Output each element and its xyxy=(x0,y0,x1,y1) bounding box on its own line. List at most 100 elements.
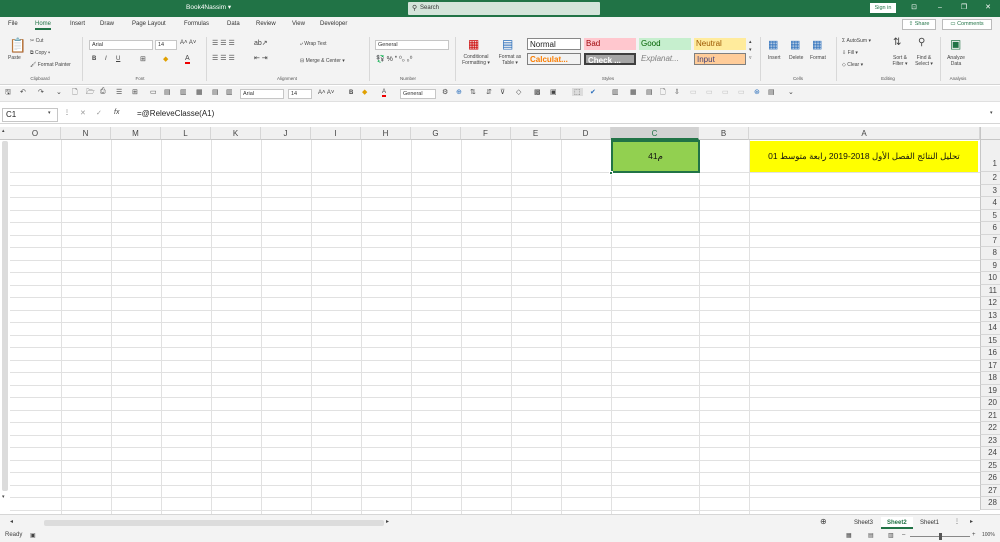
new-file-icon[interactable]: 🗋 xyxy=(72,88,78,99)
new-sheet-icon[interactable]: ⊕ xyxy=(820,517,827,526)
row-header-4[interactable]: 4 xyxy=(980,197,1000,210)
style-input[interactable]: Input xyxy=(694,53,746,65)
qat-globe-icon[interactable]: ⊛ xyxy=(754,88,760,96)
row-header-23[interactable]: 23 xyxy=(980,434,1000,447)
scroll-down-icon[interactable]: ▾ xyxy=(2,494,5,500)
align-top-icon[interactable]: ☰ ☰ ☰ xyxy=(212,39,235,47)
merge-center-button[interactable]: ⊟ Merge & Center ▾ xyxy=(300,58,345,64)
column-header-g[interactable]: G xyxy=(411,127,461,140)
close-button[interactable]: ✕ xyxy=(980,2,996,14)
sign-in-button[interactable]: Sign in xyxy=(870,3,896,13)
column-header-j[interactable]: J xyxy=(261,127,311,140)
row-header-15[interactable]: 15 xyxy=(980,334,1000,347)
insert-cells-icon[interactable]: ▦ xyxy=(768,38,778,51)
qat-more-icon[interactable]: ⌄ xyxy=(788,88,794,96)
sort-filter-button[interactable]: Sort & Filter ▾ xyxy=(888,55,912,67)
insert-row-icon[interactable]: ▤ xyxy=(164,88,171,96)
row-header-5[interactable]: 5 xyxy=(980,209,1000,222)
qat-table-tool-icon[interactable]: ▤ xyxy=(646,88,653,96)
qat-link-icon[interactable]: ⊕ xyxy=(456,88,462,96)
normal-view-icon[interactable]: ▦ xyxy=(846,532,852,539)
column-header-b[interactable]: B xyxy=(699,127,749,140)
qat-picture-icon[interactable]: ▣ xyxy=(550,88,557,96)
zoom-slider-thumb[interactable] xyxy=(939,533,942,540)
customize-qat-icon[interactable]: ⌄ xyxy=(56,88,62,96)
style-neutral[interactable]: Neutral xyxy=(694,38,746,50)
row-header-19[interactable]: 19 xyxy=(980,384,1000,397)
zoom-out-icon[interactable]: – xyxy=(902,532,905,538)
tab-review[interactable]: Review xyxy=(256,21,276,27)
qat-settings-icon[interactable]: ⚙ xyxy=(442,88,448,96)
font-name-select[interactable]: Arial xyxy=(89,40,153,50)
number-format-select[interactable]: General xyxy=(375,40,449,50)
zoom-level[interactable]: 100% xyxy=(982,532,995,538)
scroll-right-icon[interactable]: ▸ xyxy=(386,518,389,525)
borders-icon[interactable]: ⊞ xyxy=(140,55,146,63)
cut-button[interactable]: ✂ Cut xyxy=(30,38,43,44)
row-header-21[interactable]: 21 xyxy=(980,409,1000,422)
qat-number-format-select[interactable]: General xyxy=(400,89,436,99)
comments-button[interactable]: ▭ Comments xyxy=(942,19,992,30)
column-header-i[interactable]: I xyxy=(311,127,361,140)
column-header-m[interactable]: M xyxy=(111,127,161,140)
row-header-8[interactable]: 8 xyxy=(980,247,1000,260)
font-color-icon[interactable]: A xyxy=(185,55,190,64)
insert-cells-button[interactable]: Insert xyxy=(768,55,781,61)
redo-icon[interactable]: ↷ xyxy=(38,88,44,96)
enter-entry-icon[interactable]: ✓ xyxy=(96,109,102,117)
format-painter-button[interactable]: 🖌 Format Painter xyxy=(30,62,71,68)
row-header-13[interactable]: 13 xyxy=(980,309,1000,322)
qat-chart-icon[interactable]: ▥ xyxy=(612,88,619,96)
conditional-formatting-icon[interactable]: ▦ xyxy=(468,37,479,51)
row-header-1[interactable]: 1 xyxy=(980,140,1000,172)
share-button[interactable]: ⇪ Share xyxy=(902,19,936,30)
row-header-11[interactable]: 11 xyxy=(980,284,1000,297)
qat-fill-down-icon[interactable]: ⇩ xyxy=(674,88,680,96)
row-header-14[interactable]: 14 xyxy=(980,322,1000,335)
orientation-icon[interactable]: ab↗ xyxy=(254,39,268,47)
tab-data[interactable]: Data xyxy=(227,21,240,27)
wrap-text-button[interactable]: ⤶ Wrap Text xyxy=(300,41,327,47)
qat-font-color-icon[interactable]: A xyxy=(382,89,387,97)
qat-check-icon[interactable]: ✔ xyxy=(590,88,596,96)
formula-bar-options-icon[interactable]: ⋮ xyxy=(64,109,70,116)
row-header-9[interactable]: 9 xyxy=(980,259,1000,272)
italic-icon[interactable]: I xyxy=(105,56,107,62)
qat-view-icon[interactable]: ▤ xyxy=(768,88,775,96)
row-header-25[interactable]: 25 xyxy=(980,459,1000,472)
cell-a1[interactable]: تحليل النتائج الفصل الأول 2018-2019 رابع… xyxy=(750,141,978,172)
column-header-d[interactable]: D xyxy=(561,127,611,140)
indent-icon[interactable]: ⇤ ⇥ xyxy=(254,54,268,62)
paste-icon[interactable]: 📋 xyxy=(9,37,26,54)
format-cells-icon[interactable]: ▦ xyxy=(812,38,822,51)
row-header-24[interactable]: 24 xyxy=(980,447,1000,460)
scroll-left-icon[interactable]: ◂ xyxy=(10,518,13,525)
fill-button[interactable]: ⇩ Fill ▾ xyxy=(842,50,858,56)
row-header-17[interactable]: 17 xyxy=(980,359,1000,372)
sheet-scroll-icon[interactable]: ⋮ xyxy=(954,518,960,525)
tab-home[interactable]: Home xyxy=(35,21,52,30)
tab-page-layout[interactable]: Page Layout xyxy=(132,21,166,27)
styles-scroll-icon[interactable]: ▴ ▾ ▿ xyxy=(749,38,752,62)
column-header-e[interactable]: E xyxy=(511,127,561,140)
style-normal[interactable]: Normal xyxy=(527,38,581,50)
qat-calendar-icon[interactable]: ▦ xyxy=(630,88,637,96)
row-header-7[interactable]: 7 xyxy=(980,234,1000,247)
vertical-scrollbar[interactable] xyxy=(2,141,8,491)
ribbon-display-icon[interactable]: ⊡ xyxy=(906,2,922,14)
tab-formulas[interactable]: Formulas xyxy=(184,21,209,27)
style-calculation[interactable]: Calculat... xyxy=(527,53,581,65)
tab-file[interactable]: File xyxy=(8,21,18,27)
paste-label[interactable]: Paste xyxy=(8,55,21,61)
delete-cells-button[interactable]: Delete xyxy=(789,55,803,61)
print-preview-icon[interactable]: ⎙ xyxy=(100,88,106,96)
qat-bold-icon[interactable]: B xyxy=(349,90,353,96)
align-left-icon[interactable]: ☰ ☰ ☰ xyxy=(212,54,235,62)
find-select-icon[interactable]: ⚲ xyxy=(918,37,925,48)
font-grow-icon[interactable]: A˄ A˅ xyxy=(180,40,196,46)
worksheet-grid[interactable]: ▴ ▾ O N M L K J I H G F E D C B A 1 2 3 … xyxy=(0,127,1000,514)
copy-button[interactable]: ⧉ Copy ▾ xyxy=(30,50,50,56)
cancel-entry-icon[interactable]: ✕ xyxy=(80,109,86,117)
qat-page-icon[interactable]: 🗋 xyxy=(660,88,666,99)
format-cells-button[interactable]: Format xyxy=(810,55,826,61)
